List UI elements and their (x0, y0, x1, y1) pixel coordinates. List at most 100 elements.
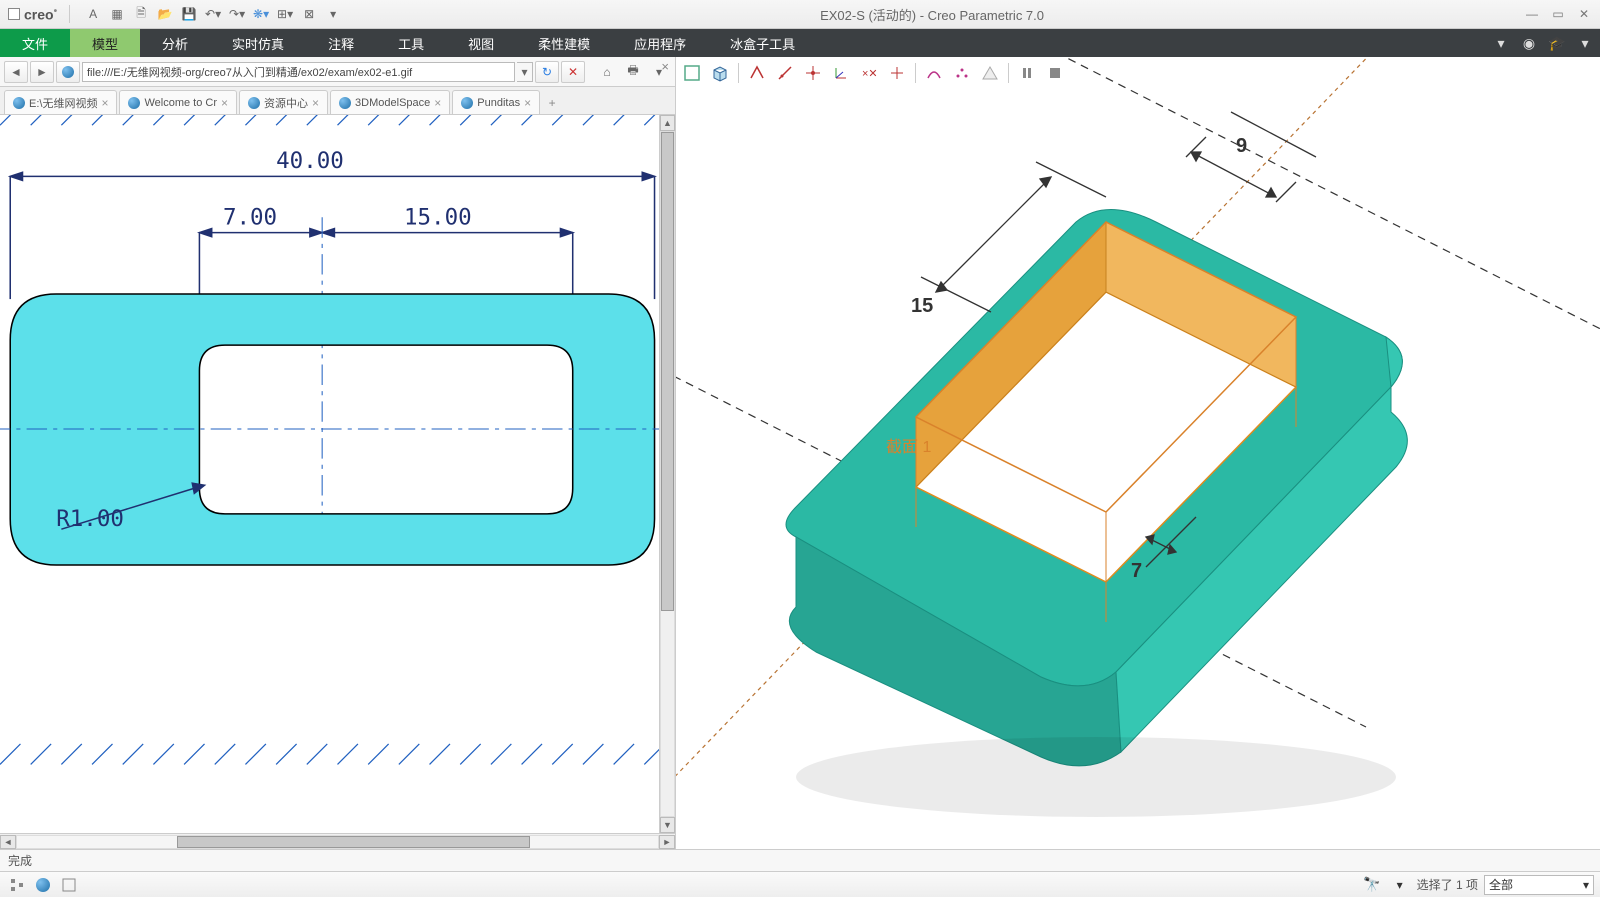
browser-tab[interactable]: 资源中心 × (239, 90, 328, 114)
browser-tab-label: 资源中心 (264, 95, 308, 111)
main-area: × ◄ ► ▾ ↻ ✕ ⌂ 🖶 ▾ E:\无维网视频 × Welcome to C… (0, 57, 1600, 849)
browser-toolbar: ◄ ► ▾ ↻ ✕ ⌂ 🖶 ▾ (0, 57, 675, 87)
browser-tab-add[interactable]: + (542, 92, 562, 114)
browser-pane: × ◄ ► ▾ ↻ ✕ ⌂ 🖶 ▾ E:\无维网视频 × Welcome to C… (0, 57, 676, 849)
qat-new-icon[interactable]: 🗎 (130, 3, 152, 25)
globe-icon (13, 97, 25, 109)
qat-regen-icon[interactable]: ❋▾ (250, 3, 272, 25)
ribbon-tab-simulate[interactable]: 实时仿真 (210, 29, 306, 57)
ribbon-tab-view[interactable]: 视图 (446, 29, 516, 57)
window-title: EX02-S (活动的) - Creo Parametric 7.0 (344, 5, 1520, 24)
browser-tab[interactable]: 3DModelSpace × (330, 90, 450, 114)
ribbon-tab-flex[interactable]: 柔性建模 (516, 29, 612, 57)
svg-text:9: 9 (1236, 135, 1247, 157)
maximize-button[interactable]: ▭ (1546, 4, 1570, 24)
browser-tabs: E:\无维网视频 × Welcome to Cr × 资源中心 × 3DModelSp… (0, 87, 675, 115)
ribbon-tab-annotate[interactable]: 注释 (306, 29, 376, 57)
browser-toggle-icon[interactable] (32, 875, 54, 895)
browser-tab[interactable]: Punditas × (452, 90, 540, 114)
ribbon-tab-analysis[interactable]: 分析 (140, 29, 210, 57)
filter-dropdown-icon[interactable]: ▾ (1389, 875, 1411, 895)
scroll-left-icon[interactable]: ◄ (0, 835, 16, 849)
globe-icon (339, 97, 351, 109)
drawing-svg: 40.00 7.00 15.00 (0, 115, 675, 770)
globe-icon (461, 97, 473, 109)
model-viewport[interactable]: ×✕ (676, 57, 1600, 849)
ribbon-tab-file[interactable]: 文件 (0, 29, 70, 57)
tab-close-icon[interactable]: × (101, 96, 108, 110)
qat-windows-icon[interactable]: ⊞▾ (274, 3, 296, 25)
globe-icon (128, 97, 140, 109)
selection-filter: 🔭 ▾ 选择了 1 项 全部 ▾ (1361, 875, 1594, 895)
ribbon-tab-apps[interactable]: 应用程序 (612, 29, 708, 57)
browser-url-input[interactable] (82, 62, 515, 82)
chevron-down-icon: ▾ (1583, 878, 1589, 892)
svg-text:15: 15 (911, 295, 933, 317)
qat-open-icon[interactable]: 📂 (154, 3, 176, 25)
ribbon-tab-model[interactable]: 模型 (70, 29, 140, 57)
close-window-button[interactable]: ✕ (1572, 4, 1596, 24)
tab-close-icon[interactable]: × (434, 96, 441, 110)
browser-stop-button[interactable]: ✕ (561, 61, 585, 83)
browser-tab-label: E:\无维网视频 (29, 95, 97, 111)
dim-b: 15.00 (404, 204, 472, 230)
ribbon-user-icon[interactable]: ◉ (1520, 34, 1538, 52)
browser-tab[interactable]: E:\无维网视频 × (4, 90, 117, 114)
model-svg: 9 15 7 截面 1 (676, 57, 1600, 849)
qat-undo-icon[interactable]: ↶▾ (202, 3, 224, 25)
ribbon-learn-icon[interactable]: 🎓 (1548, 34, 1566, 52)
window-icon[interactable] (58, 875, 80, 895)
tab-close-icon[interactable]: × (524, 96, 531, 110)
titlebar: creo• A ▦ 🗎 📂 💾 ↶▾ ↷▾ ❋▾ ⊞▾ ⊠ ▾ EX02-S (… (0, 0, 1600, 29)
dim-width: 40.00 (276, 148, 344, 174)
logo-icon (8, 8, 20, 20)
ribbon-tab-icebox[interactable]: 冰盒子工具 (708, 29, 817, 57)
selection-filter-value: 全部 (1489, 876, 1513, 893)
browser-tab-label: Punditas (477, 97, 520, 109)
ribbon-tab-tools[interactable]: 工具 (376, 29, 446, 57)
h-scrollbar[interactable]: ◄ ► (0, 833, 675, 849)
browser-home-icon[interactable]: ⌂ (595, 61, 619, 83)
bottom-bar: 🔭 ▾ 选择了 1 项 全部 ▾ (0, 871, 1600, 897)
qat-close-icon[interactable]: ⊠ (298, 3, 320, 25)
tree-icon[interactable] (6, 875, 28, 895)
app-logo: creo• (0, 6, 65, 23)
qat-save-icon[interactable]: 💾 (178, 3, 200, 25)
selection-filter-dropdown[interactable]: 全部 ▾ (1484, 875, 1594, 895)
ribbon-settings-icon[interactable]: ▾ (1576, 34, 1594, 52)
selection-count: 选择了 1 项 (1417, 876, 1478, 893)
scroll-down-icon[interactable]: ▼ (660, 817, 675, 833)
find-icon[interactable]: 🔭 (1361, 875, 1383, 895)
browser-homepage-button[interactable] (56, 61, 80, 83)
dim-r: R1.00 (56, 506, 124, 532)
globe-icon (248, 97, 260, 109)
logo-text: creo• (24, 6, 57, 23)
quick-access-toolbar: A ▦ 🗎 📂 💾 ↶▾ ↷▾ ❋▾ ⊞▾ ⊠ ▾ (82, 3, 344, 25)
ribbon: 文件 模型 分析 实时仿真 注释 工具 视图 柔性建模 应用程序 冰盒子工具 ▾… (0, 29, 1600, 57)
browser-back-button[interactable]: ◄ (4, 61, 28, 83)
browser-tab-label: Welcome to Cr (144, 97, 217, 109)
v-scrollbar[interactable]: ▲ ▼ (659, 115, 675, 833)
qat-redo-icon[interactable]: ↷▾ (226, 3, 248, 25)
status-text: 完成 (8, 852, 32, 869)
browser-tab[interactable]: Welcome to Cr × (119, 90, 237, 114)
browser-reload-button[interactable]: ↻ (535, 61, 559, 83)
tab-close-icon[interactable]: × (312, 96, 319, 110)
section-label: 截面 1 (886, 438, 931, 456)
qat-select-icon[interactable]: ▦ (106, 3, 128, 25)
dim-a: 7.00 (223, 204, 277, 230)
scroll-up-icon[interactable]: ▲ (660, 115, 675, 131)
qat-more-icon[interactable]: ▾ (322, 3, 344, 25)
close-browser-icon[interactable]: × (661, 59, 669, 74)
browser-forward-button[interactable]: ► (30, 61, 54, 83)
ribbon-dropdown-icon[interactable]: ▾ (1492, 34, 1510, 52)
browser-tab-label: 3DModelSpace (355, 97, 430, 109)
qat-text-style-icon[interactable]: A (82, 3, 104, 25)
drawing-viewport[interactable]: 40.00 7.00 15.00 (0, 115, 675, 833)
tab-close-icon[interactable]: × (221, 96, 228, 110)
minimize-button[interactable]: — (1520, 4, 1544, 24)
browser-url-dropdown[interactable]: ▾ (517, 62, 533, 82)
scroll-right-icon[interactable]: ► (659, 835, 675, 849)
browser-print-icon[interactable]: 🖶 (621, 61, 645, 83)
status-bar: 完成 (0, 849, 1600, 871)
